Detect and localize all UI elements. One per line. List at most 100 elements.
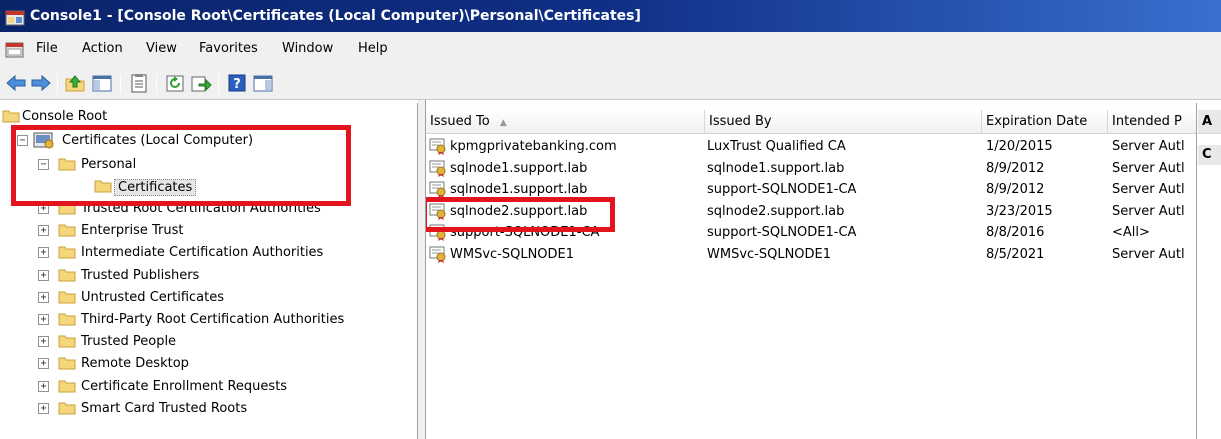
results-list: Issued To ▲ Issued By Expiration Date In… — [426, 103, 1197, 439]
certificate-icon — [429, 160, 446, 177]
tree-label: Intermediate Certification Authorities — [81, 245, 324, 260]
tree-node-store[interactable]: + Trusted People — [0, 332, 400, 352]
up-folder-icon[interactable] — [64, 73, 86, 93]
actions-pane: A C — [1198, 103, 1221, 439]
actions-header: A — [1198, 110, 1221, 134]
toolbar-separator — [156, 74, 157, 94]
tree-label: Untrusted Certificates — [81, 290, 224, 305]
folder-icon — [58, 313, 76, 326]
tree-node-store[interactable]: + Remote Desktop — [0, 354, 400, 374]
export-list-icon[interactable] — [190, 73, 212, 93]
expand-icon[interactable]: + — [38, 381, 49, 392]
cell-issued-to: sqlnode1.support.lab — [450, 161, 588, 176]
folder-icon — [58, 269, 76, 282]
menu-favorites[interactable]: Favorites — [199, 41, 258, 56]
cell-issued-by: support-SQLNODE1-CA — [707, 225, 857, 240]
highlight-box — [426, 197, 615, 232]
expand-icon[interactable]: + — [38, 225, 49, 236]
tree-label: Third-Party Root Certification Authoriti… — [81, 312, 345, 327]
tree-node-store[interactable]: + Enterprise Trust — [0, 221, 400, 241]
menu-view[interactable]: View — [146, 41, 177, 56]
certificate-icon — [429, 246, 446, 263]
folder-icon — [58, 246, 76, 259]
cell-intended-purposes: Server Autl — [1112, 161, 1185, 176]
cell-expiration-date: 3/23/2015 — [986, 204, 1053, 219]
cell-expiration-date: 1/20/2015 — [986, 139, 1053, 154]
column-label: Issued By — [709, 114, 772, 129]
cell-issued-by: sqlnode1.support.lab — [707, 161, 845, 176]
toolbar-separator — [218, 74, 219, 94]
tree-node-console-root[interactable]: Console Root — [0, 107, 200, 127]
show-hide-action-pane-icon[interactable] — [252, 73, 274, 93]
expand-icon[interactable]: + — [38, 247, 49, 258]
tree-node-store[interactable]: + Third-Party Root Certification Authorit… — [0, 310, 400, 330]
folder-icon — [2, 110, 20, 123]
folder-icon — [58, 224, 76, 237]
column-header-intended-purposes[interactable]: Intended P — [1108, 110, 1196, 134]
folder-icon — [58, 335, 76, 348]
cell-intended-purposes: Server Autl — [1112, 247, 1185, 262]
actions-item[interactable]: C — [1198, 145, 1221, 165]
certificate-icon — [429, 181, 446, 198]
menu-help[interactable]: Help — [358, 41, 388, 56]
tree-node-store[interactable]: + Untrusted Certificates — [0, 288, 400, 308]
tree-label: Certificate Enrollment Requests — [81, 379, 288, 394]
folder-icon — [58, 357, 76, 370]
tree-node-store[interactable]: + Intermediate Certification Authorities — [0, 243, 400, 263]
menu-bar: File Action View Favorites Window Help — [0, 32, 1221, 66]
forward-arrow-icon[interactable] — [30, 73, 52, 93]
tree-label: Trusted People — [81, 334, 177, 349]
expand-icon[interactable]: + — [38, 358, 49, 369]
cell-intended-purposes: Server Autl — [1112, 139, 1185, 154]
help-icon[interactable]: ? — [226, 73, 248, 93]
back-arrow-icon[interactable] — [5, 73, 27, 93]
column-label: Issued To — [430, 114, 490, 129]
cell-issued-to: kpmgprivatebanking.com — [450, 139, 617, 154]
window-title: Console1 - [Console Root\Certificates (L… — [30, 8, 641, 24]
title-bar[interactable]: Console1 - [Console Root\Certificates (L… — [0, 0, 1221, 32]
expand-icon[interactable]: + — [38, 403, 49, 414]
cell-issued-to: WMSvc-SQLNODE1 — [450, 247, 575, 262]
cell-issued-by: sqlnode2.support.lab — [707, 204, 845, 219]
table-row[interactable]: WMSvc-SQLNODE1 WMSvc-SQLNODE1 8/5/2021 Serv… — [426, 245, 1196, 266]
cell-issued-by: support-SQLNODE1-CA — [707, 182, 857, 197]
column-label: Intended P — [1112, 114, 1182, 129]
expand-icon[interactable]: + — [38, 336, 49, 347]
tree-label: Smart Card Trusted Roots — [81, 401, 248, 416]
column-header-expiration-date[interactable]: Expiration Date — [982, 110, 1108, 134]
refresh-icon[interactable] — [164, 73, 186, 93]
console-tree: Console Root − Certificates (Local Compu… — [0, 103, 418, 439]
cell-issued-by: WMSvc-SQLNODE1 — [707, 247, 832, 262]
cell-intended-purposes: Server Autl — [1112, 182, 1185, 197]
folder-icon — [58, 402, 76, 415]
folder-icon — [58, 380, 76, 393]
expand-icon[interactable]: + — [38, 292, 49, 303]
tree-label: Enterprise Trust — [81, 223, 184, 238]
cell-expiration-date: 8/8/2016 — [986, 225, 1045, 240]
console-document-icon[interactable] — [5, 42, 24, 58]
table-row[interactable]: sqlnode1.support.lab sqlnode1.support.lab… — [426, 159, 1196, 180]
toolbar-separator — [57, 74, 58, 94]
expand-icon[interactable]: + — [38, 270, 49, 281]
certificate-icon — [429, 138, 446, 155]
cell-expiration-date: 8/5/2021 — [986, 247, 1045, 262]
menu-file[interactable]: File — [36, 41, 58, 56]
tree-node-store[interactable]: + Smart Card Trusted Roots — [0, 399, 400, 419]
cell-issued-by: LuxTrust Qualified CA — [707, 139, 846, 154]
table-row[interactable]: kpmgprivatebanking.com LuxTrust Qualified… — [426, 137, 1196, 158]
cell-expiration-date: 8/9/2012 — [986, 161, 1045, 176]
tree-node-store[interactable]: + Certificate Enrollment Requests — [0, 377, 400, 397]
properties-icon[interactable] — [128, 73, 150, 93]
svg-text:?: ? — [233, 77, 241, 92]
tree-label: Trusted Publishers — [81, 268, 200, 283]
menu-window[interactable]: Window — [282, 41, 333, 56]
column-header-issued-to[interactable]: Issued To ▲ — [426, 110, 705, 134]
pane-splitter[interactable] — [418, 100, 426, 439]
menu-action[interactable]: Action — [82, 41, 123, 56]
toolbar-separator — [120, 74, 121, 94]
tree-node-store[interactable]: + Trusted Publishers — [0, 266, 400, 286]
column-header-issued-by[interactable]: Issued By — [705, 110, 982, 134]
expand-icon[interactable]: + — [38, 314, 49, 325]
show-hide-tree-icon[interactable] — [91, 73, 113, 93]
tree-label: Remote Desktop — [81, 356, 189, 371]
